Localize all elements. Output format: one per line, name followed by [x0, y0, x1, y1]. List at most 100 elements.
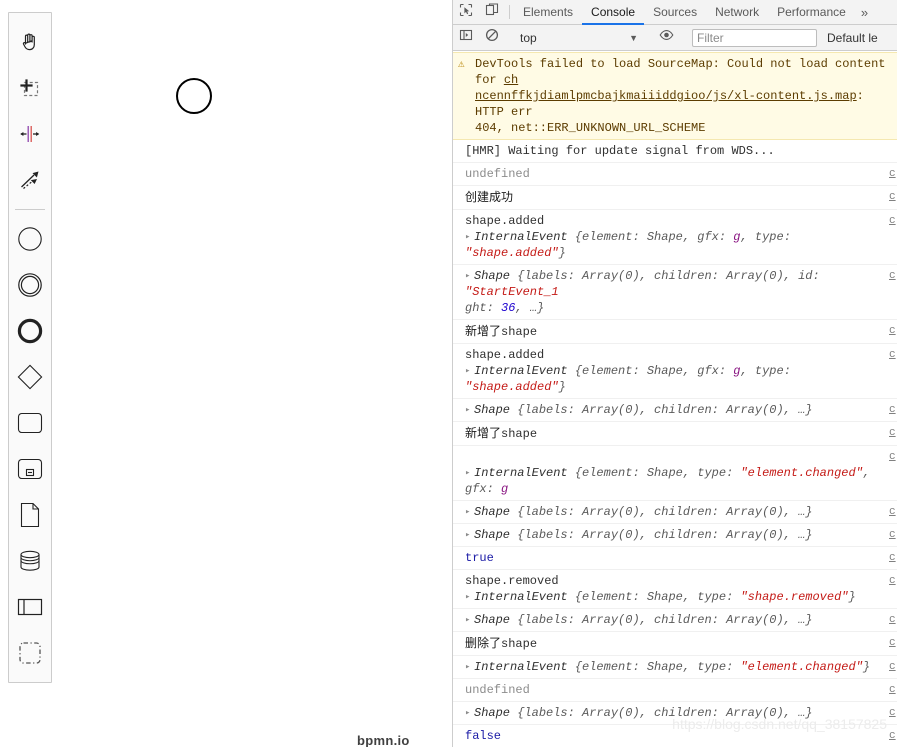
console-level-selector[interactable]: Default le	[817, 31, 878, 45]
console-source-link[interactable]: c	[889, 728, 897, 744]
palette-entry-create-gateway[interactable]	[9, 354, 51, 400]
palette-entry-create-group[interactable]	[9, 630, 51, 676]
console-source-link[interactable]: c	[889, 347, 897, 363]
expand-arrow-icon[interactable]: ▸	[465, 659, 474, 675]
bpmn-canvas[interactable]: bpmn.io	[0, 0, 452, 747]
palette-entry-create-task[interactable]	[9, 400, 51, 446]
console-source-link[interactable]: c	[889, 189, 897, 205]
console-text: {labels:	[517, 269, 583, 283]
group-icon	[17, 640, 43, 666]
console-message-line: undefined	[465, 166, 897, 182]
console-text: Shape	[474, 403, 518, 417]
console-source-link[interactable]: c	[889, 166, 897, 182]
console-message[interactable]: ▸ Shape {labels: Array(0), children: Arra…	[453, 524, 897, 547]
console-message[interactable]: shape.removed ▸ InternalEvent {element: Sh…	[453, 570, 897, 609]
console-source-link[interactable]: c	[889, 635, 897, 651]
console-source-link[interactable]: c	[889, 573, 897, 589]
console-message[interactable]: 创建成功 c	[453, 186, 897, 210]
inspect-element-button[interactable]	[453, 0, 479, 24]
tab-elements[interactable]: Elements	[514, 0, 582, 25]
console-message[interactable]: ⚠ DevTools failed to load SourceMap: Coul…	[453, 52, 897, 140]
console-source-link[interactable]: c	[889, 402, 897, 418]
console-message[interactable]: shape.added ▸ InternalEvent {element: Shap…	[453, 344, 897, 399]
console-message[interactable]: undefined c	[453, 679, 897, 702]
console-message[interactable]: shape.added ▸ InternalEvent {element: Shap…	[453, 210, 897, 265]
palette-entry-create-start-event[interactable]	[9, 216, 51, 262]
expand-arrow-icon[interactable]: ▸	[465, 527, 474, 543]
console-source-link[interactable]: c	[889, 268, 897, 284]
console-text: 36	[501, 301, 516, 315]
console-message[interactable]: ▸ Shape {labels: Array(0), children: Arra…	[453, 702, 897, 725]
console-message[interactable]: undefined c	[453, 163, 897, 186]
console-source-link[interactable]: c	[889, 659, 897, 675]
expand-arrow-icon[interactable]: ▸	[465, 504, 474, 520]
palette-entry-create-intermediate-event[interactable]	[9, 262, 51, 308]
gateway-icon	[16, 363, 44, 391]
console-message[interactable]: ▸ Shape {labels: Array(0), children: Arra…	[453, 265, 897, 320]
console-message[interactable]: ▸ Shape {labels: Array(0), children: Arra…	[453, 399, 897, 422]
canvas-shape-start-event[interactable]	[176, 78, 212, 114]
console-source-link[interactable]: c	[889, 213, 897, 229]
console-source-link[interactable]: c	[889, 425, 897, 441]
console-sidebar-button[interactable]	[453, 28, 479, 47]
console-message[interactable]: 新增了shape c	[453, 422, 897, 446]
tab-overflow-button[interactable]: »	[855, 0, 874, 24]
console-text: InternalEvent	[474, 364, 575, 378]
bpmn-palette[interactable]	[8, 12, 52, 683]
tab-performance[interactable]: Performance	[768, 0, 855, 25]
tab-sources[interactable]: Sources	[644, 0, 706, 25]
expand-arrow-icon[interactable]: ▸	[465, 268, 474, 284]
tab-console[interactable]: Console	[582, 0, 645, 25]
console-text: "StartEvent_1	[465, 285, 559, 299]
console-source-link[interactable]: c	[889, 504, 897, 520]
console-message-line: ▸ InternalEvent {element: Shape, gfx: g, …	[465, 229, 897, 261]
console-source-link[interactable]: c	[889, 705, 897, 721]
live-expression-button[interactable]	[653, 28, 679, 47]
console-message[interactable]: [HMR] Waiting for update signal from WDS…	[453, 140, 897, 163]
palette-entry-create-participant[interactable]	[9, 584, 51, 630]
console-source-link[interactable]: c	[889, 612, 897, 628]
console-source-link[interactable]: c	[889, 323, 897, 339]
console-text: {element:	[574, 590, 647, 604]
console-message-line: [HMR] Waiting for update signal from WDS…	[465, 143, 897, 159]
console-message[interactable]: 新增了shape c	[453, 320, 897, 344]
palette-entry-space-tool[interactable]	[9, 111, 51, 157]
palette-entry-create-subprocess[interactable]	[9, 446, 51, 492]
clear-console-button[interactable]	[479, 28, 505, 47]
console-message[interactable]: true c	[453, 547, 897, 570]
console-message[interactable]: 删除了shape c	[453, 632, 897, 656]
console-message-list[interactable]: ⚠ DevTools failed to load SourceMap: Coul…	[453, 52, 897, 747]
expand-arrow-icon[interactable]: ▸	[465, 363, 474, 379]
console-message[interactable]: ▸ InternalEvent {element: Shape, type: "e…	[453, 656, 897, 679]
palette-entry-hand-tool[interactable]	[9, 19, 51, 65]
console-text: InternalEvent	[474, 466, 575, 480]
expand-arrow-icon[interactable]: ▸	[465, 465, 474, 481]
device-toolbar-button[interactable]	[479, 0, 505, 24]
console-message[interactable]: ▸ InternalEvent {element: Shape, type: "e…	[453, 446, 897, 501]
expand-arrow-icon[interactable]: ▸	[465, 229, 474, 245]
palette-entry-create-data-object[interactable]	[9, 492, 51, 538]
console-source-link[interactable]: c	[889, 449, 897, 465]
palette-entry-create-end-event[interactable]	[9, 308, 51, 354]
expand-arrow-icon[interactable]: ▸	[465, 402, 474, 418]
console-message-line: shape.added	[465, 347, 897, 363]
console-message-line: ▸ InternalEvent {element: Shape, gfx: g, …	[465, 363, 897, 395]
console-text: {labels:	[517, 613, 583, 627]
expand-arrow-icon[interactable]: ▸	[465, 705, 474, 721]
expand-arrow-icon[interactable]: ▸	[465, 589, 474, 605]
palette-entry-create-data-store[interactable]	[9, 538, 51, 584]
console-context-selector[interactable]: top ▼	[514, 31, 644, 45]
console-filter-input[interactable]: Filter	[692, 28, 817, 47]
bpmnio-logo[interactable]: bpmn.io	[357, 733, 410, 747]
console-source-link[interactable]: c	[889, 550, 897, 566]
console-source-link[interactable]: c	[889, 527, 897, 543]
console-text: shape.added	[465, 348, 545, 362]
console-message[interactable]: ▸ Shape {labels: Array(0), children: Arra…	[453, 501, 897, 524]
console-source-link[interactable]: c	[889, 682, 897, 698]
palette-entry-global-connect-tool[interactable]	[9, 157, 51, 203]
console-message[interactable]: false c	[453, 725, 897, 747]
console-message[interactable]: ▸ Shape {labels: Array(0), children: Arra…	[453, 609, 897, 632]
tab-network[interactable]: Network	[706, 0, 768, 25]
expand-arrow-icon[interactable]: ▸	[465, 612, 474, 628]
palette-entry-lasso-tool[interactable]	[9, 65, 51, 111]
